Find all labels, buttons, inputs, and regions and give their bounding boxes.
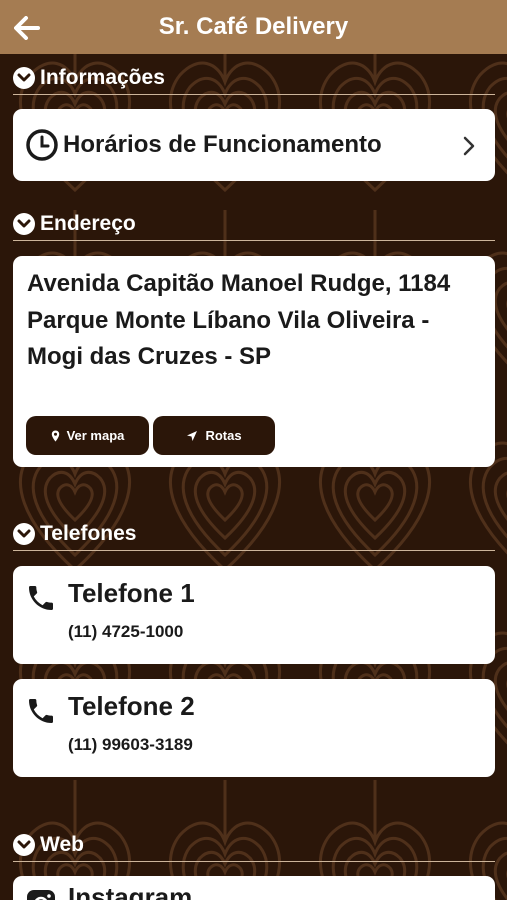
section-header-web[interactable]: Web — [13, 828, 495, 862]
app-bar: Sr. Café Delivery — [0, 0, 507, 54]
phone-number: (11) 99603-3189 — [68, 735, 193, 754]
chevron-down-icon — [13, 833, 35, 856]
chevron-down-icon — [13, 212, 35, 235]
address-card: Avenida Capitão Manoel Rudge, 1184 Parqu… — [13, 256, 495, 467]
map-pin-icon — [51, 430, 59, 441]
page-title: Sr. Café Delivery — [158, 13, 349, 40]
back-button[interactable] — [10, 11, 44, 45]
content: Informações Horários de Funcionamento En… — [0, 54, 507, 900]
section-label: Informações — [40, 65, 165, 89]
phone-title: Telefone 1 — [68, 578, 195, 608]
phone-title: Telefone 2 — [68, 691, 195, 721]
instagram-icon — [27, 890, 55, 900]
section-header-info[interactable]: Informações — [13, 61, 495, 95]
opening-hours-item[interactable]: Horários de Funcionamento — [13, 109, 495, 181]
phone-icon — [29, 586, 53, 610]
web-item-label: Instagram — [68, 882, 193, 900]
chevron-right-icon — [463, 136, 475, 156]
address-text: Avenida Capitão Manoel Rudge, 1184 Parqu… — [27, 270, 451, 370]
arrow-left-icon — [14, 16, 40, 40]
routes-label: Rotas — [205, 428, 242, 443]
phone-item[interactable]: Telefone 2 (11) 99603-3189 — [13, 679, 495, 777]
routes-button[interactable]: Rotas — [153, 416, 275, 455]
section-header-address[interactable]: Endereço — [13, 207, 495, 241]
web-item-instagram[interactable]: Instagram — [13, 876, 495, 900]
phone-item[interactable]: Telefone 1 (11) 4725-1000 — [13, 566, 495, 664]
section-label: Telefones — [40, 521, 137, 545]
section-label: Web — [40, 832, 84, 856]
opening-hours-label: Horários de Funcionamento — [63, 131, 382, 158]
section-label: Endereço — [40, 211, 136, 235]
navigation-arrow-icon — [187, 430, 198, 441]
phone-icon — [29, 699, 53, 723]
view-map-button[interactable]: Ver mapa — [26, 416, 149, 455]
phone-number: (11) 4725-1000 — [68, 622, 184, 641]
chevron-down-icon — [13, 66, 35, 89]
view-map-label: Ver mapa — [66, 428, 125, 443]
chevron-down-icon — [13, 522, 35, 545]
section-header-phones[interactable]: Telefones — [13, 517, 495, 551]
clock-icon — [26, 129, 58, 161]
